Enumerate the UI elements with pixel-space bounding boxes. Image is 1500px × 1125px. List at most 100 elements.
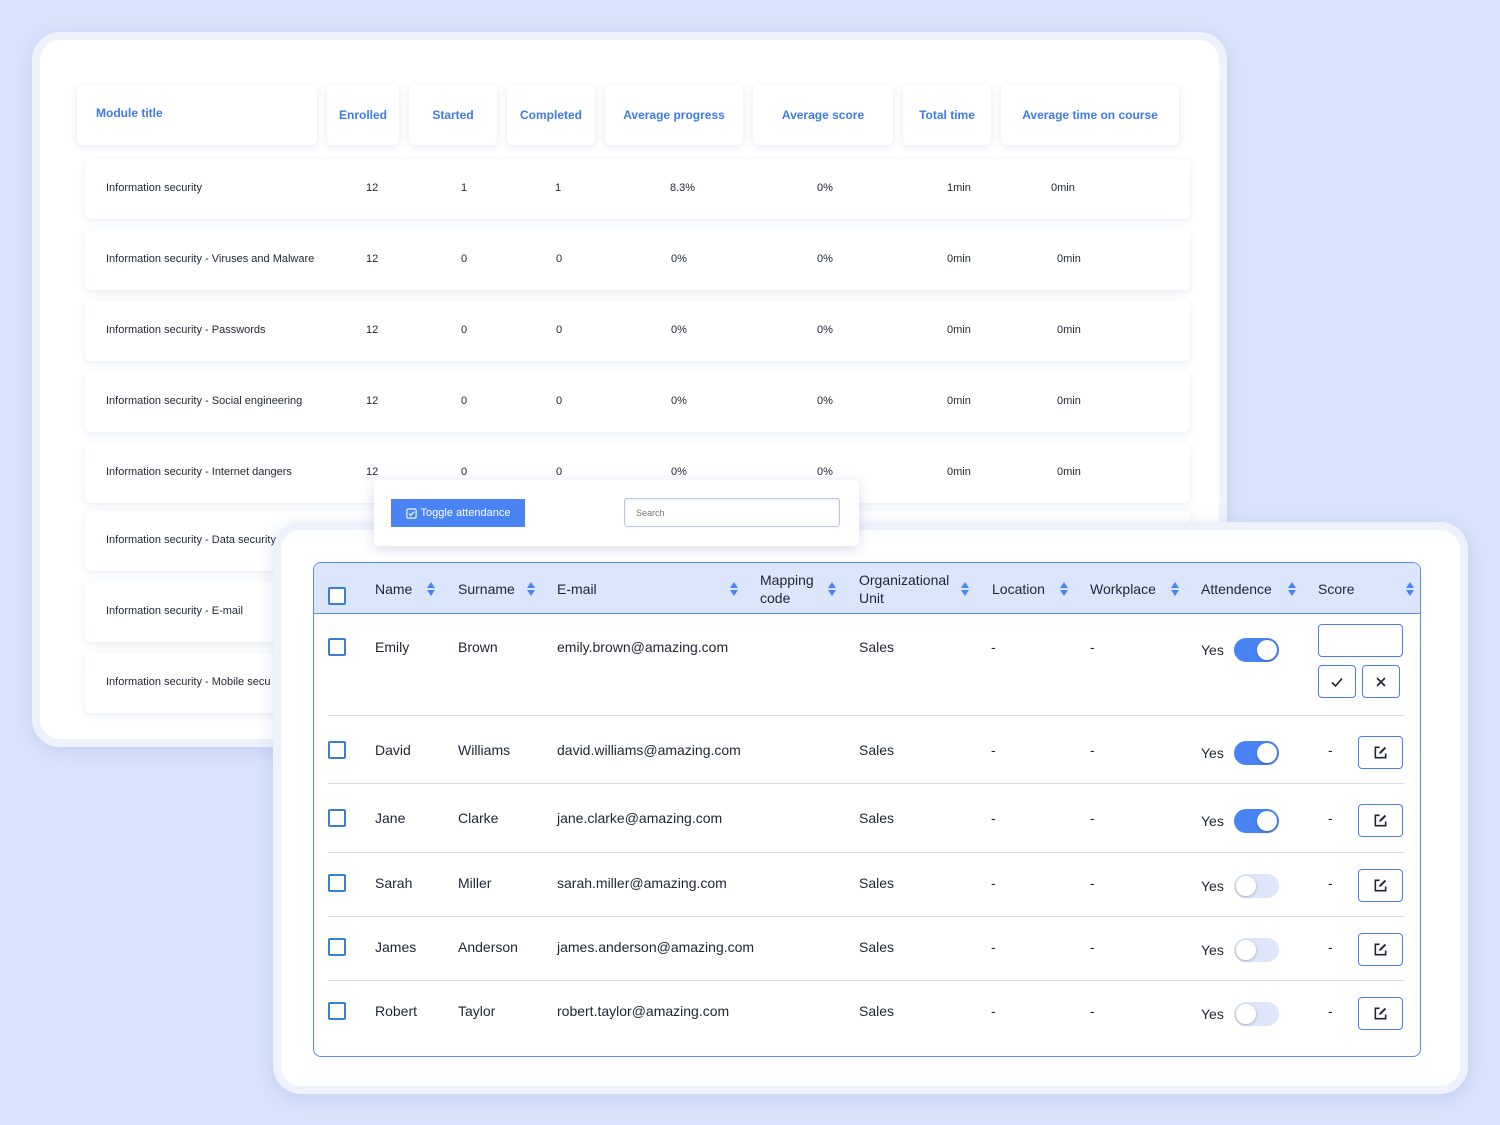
header-started[interactable]: Started bbox=[409, 85, 497, 145]
enrolled-value: 12 bbox=[366, 395, 379, 407]
total-time-value: 1min bbox=[947, 182, 971, 194]
sort-mapping-icon[interactable] bbox=[828, 582, 836, 596]
row-checkbox[interactable] bbox=[328, 1002, 346, 1020]
sort-workplace-icon[interactable] bbox=[1171, 582, 1179, 596]
enrolled-value: 12 bbox=[366, 466, 379, 478]
edit-score-button[interactable] bbox=[1358, 869, 1403, 902]
total-time-value: 0min bbox=[947, 466, 971, 478]
column-workplace[interactable]: Workplace bbox=[1090, 563, 1156, 614]
edit-score-button[interactable] bbox=[1358, 933, 1403, 966]
attendance-table: Name Surname E-mail Mapping code Organiz… bbox=[313, 562, 1421, 1057]
table-row[interactable]: James Anderson james.anderson@amazing.co… bbox=[328, 917, 1404, 981]
toggle-attendance-label: Toggle attendance bbox=[420, 507, 511, 519]
average-time-value: 0min bbox=[1057, 395, 1081, 407]
average-progress-value: 0% bbox=[671, 466, 687, 478]
module-row[interactable]: Information security - Viruses and Malwa… bbox=[85, 230, 1190, 290]
row-checkbox[interactable] bbox=[328, 874, 346, 892]
table-row[interactable]: Robert Taylor robert.taylor@amazing.com … bbox=[328, 981, 1404, 1045]
sort-surname-icon[interactable] bbox=[527, 582, 535, 596]
org-header-line1: Organizational bbox=[859, 571, 950, 588]
cell-attendance: Yes bbox=[1201, 942, 1224, 958]
average-progress-value: 0% bbox=[671, 324, 687, 336]
column-organizational-unit[interactable]: Organizational Unit bbox=[859, 563, 949, 614]
header-average-progress[interactable]: Average progress bbox=[605, 85, 743, 145]
column-email[interactable]: E-mail bbox=[557, 563, 597, 614]
cell-attendance: Yes bbox=[1201, 813, 1224, 829]
header-average-time-on-course[interactable]: Average time on course bbox=[1001, 85, 1179, 145]
table-row[interactable]: Emily Brown emily.brown@amazing.com Sale… bbox=[328, 614, 1404, 716]
enrolled-value: 12 bbox=[366, 324, 379, 336]
average-score-value: 0% bbox=[817, 324, 833, 336]
cell-score: - bbox=[1328, 742, 1333, 758]
attendance-toggle[interactable] bbox=[1234, 874, 1279, 898]
column-attendence[interactable]: Attendence bbox=[1201, 563, 1272, 614]
cell-attendance: Yes bbox=[1201, 878, 1224, 894]
edit-score-button[interactable] bbox=[1358, 804, 1403, 837]
column-surname[interactable]: Surname bbox=[458, 563, 515, 614]
header-total-time[interactable]: Total time bbox=[903, 85, 991, 145]
table-row[interactable]: David Williams david.williams@amazing.co… bbox=[328, 716, 1404, 784]
average-progress-value: 0% bbox=[671, 395, 687, 407]
cell-email: robert.taylor@amazing.com bbox=[557, 1003, 730, 1019]
cell-unit: Sales bbox=[859, 939, 895, 955]
attendance-toggle[interactable] bbox=[1234, 809, 1279, 833]
module-title: Information security - Internet dangers bbox=[106, 466, 292, 478]
cancel-button[interactable] bbox=[1362, 665, 1400, 698]
attendance-toggle[interactable] bbox=[1234, 1002, 1279, 1026]
attendance-toggle[interactable] bbox=[1234, 638, 1279, 662]
cell-name: David bbox=[375, 742, 411, 758]
completed-value: 0 bbox=[556, 466, 563, 478]
attendance-toggle[interactable] bbox=[1234, 741, 1279, 765]
row-checkbox[interactable] bbox=[328, 938, 346, 956]
completed-value: 0 bbox=[556, 253, 563, 265]
header-average-score[interactable]: Average score bbox=[753, 85, 893, 145]
confirm-button[interactable] bbox=[1318, 665, 1356, 698]
attendance-toolbar: Toggle attendance bbox=[374, 480, 859, 546]
edit-score-button[interactable] bbox=[1358, 997, 1403, 1030]
sort-score-icon[interactable] bbox=[1406, 582, 1414, 596]
header-completed[interactable]: Completed bbox=[507, 85, 595, 145]
total-time-value: 0min bbox=[947, 324, 971, 336]
header-module-title[interactable]: Module title bbox=[77, 85, 317, 145]
module-row[interactable]: Information security - Passwords 12 0 0 … bbox=[85, 301, 1190, 361]
cell-surname: Miller bbox=[458, 875, 492, 891]
edit-score-button[interactable] bbox=[1358, 736, 1403, 769]
row-checkbox[interactable] bbox=[328, 638, 346, 656]
score-input[interactable] bbox=[1318, 624, 1403, 657]
sort-email-icon[interactable] bbox=[730, 582, 738, 596]
column-score[interactable]: Score bbox=[1318, 563, 1355, 614]
table-row[interactable]: Jane Clarke jane.clarke@amazing.com Sale… bbox=[328, 784, 1404, 853]
sort-name-icon[interactable] bbox=[427, 582, 435, 596]
cell-surname: Clarke bbox=[458, 810, 499, 826]
cell-workplace: - bbox=[1090, 939, 1095, 955]
module-title: Information security - Data security bbox=[106, 534, 276, 546]
cell-attendance: Yes bbox=[1201, 642, 1224, 658]
edit-icon bbox=[1374, 746, 1387, 759]
sort-location-icon[interactable] bbox=[1060, 582, 1068, 596]
cell-name: Jane bbox=[375, 810, 406, 826]
enrolled-value: 12 bbox=[366, 182, 379, 194]
sort-attendence-icon[interactable] bbox=[1288, 582, 1296, 596]
cell-name: James bbox=[375, 939, 417, 955]
module-row[interactable]: Information security - Social engineerin… bbox=[85, 372, 1190, 432]
select-all-checkbox[interactable] bbox=[328, 587, 346, 605]
column-location[interactable]: Location bbox=[992, 563, 1045, 614]
header-enrolled[interactable]: Enrolled bbox=[327, 85, 399, 145]
row-checkbox[interactable] bbox=[328, 809, 346, 827]
cell-email: david.williams@amazing.com bbox=[557, 742, 741, 758]
search-input[interactable] bbox=[624, 498, 840, 527]
edit-icon bbox=[1374, 814, 1387, 827]
module-title: Information security bbox=[106, 182, 202, 194]
cell-email: jane.clarke@amazing.com bbox=[557, 810, 723, 826]
cell-email: james.anderson@amazing.com bbox=[557, 939, 755, 955]
total-time-value: 0min bbox=[947, 253, 971, 265]
attendance-toggle[interactable] bbox=[1234, 938, 1279, 962]
table-row[interactable]: Sarah Miller sarah.miller@amazing.com Sa… bbox=[328, 853, 1404, 917]
toggle-attendance-button[interactable]: Toggle attendance bbox=[391, 499, 525, 527]
module-row[interactable]: Information security 12 1 1 8.3% 0% 1min… bbox=[85, 159, 1190, 219]
sort-org-icon[interactable] bbox=[961, 582, 969, 596]
edit-icon bbox=[1374, 879, 1387, 892]
column-mapping-code[interactable]: Mapping code bbox=[760, 563, 814, 614]
row-checkbox[interactable] bbox=[328, 741, 346, 759]
column-name[interactable]: Name bbox=[375, 563, 412, 614]
